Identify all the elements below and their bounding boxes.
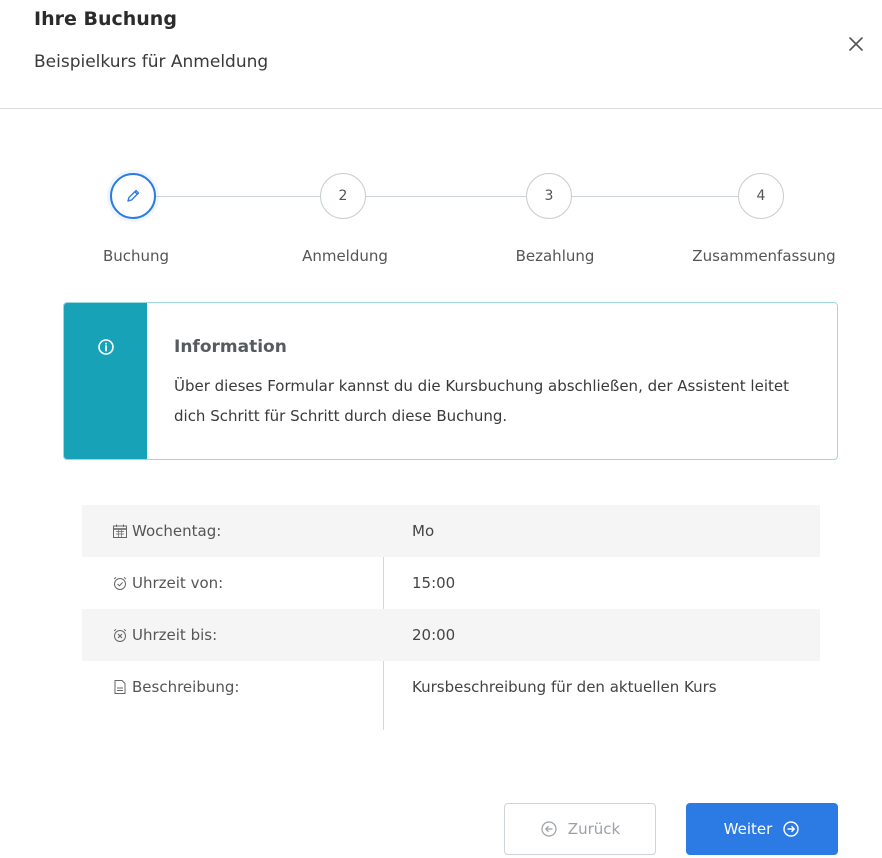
back-button-label: Zurück — [567, 820, 621, 838]
info-title: Information — [174, 337, 287, 357]
detail-value: Mo — [412, 522, 435, 540]
info-alert: Information Über dieses Formular kannst … — [63, 302, 838, 460]
pencil-icon — [127, 189, 140, 202]
close-button[interactable] — [842, 30, 870, 58]
next-button-label: Weiter — [723, 820, 773, 838]
arrow-right-circle-icon — [783, 821, 800, 837]
dialog-title: Ihre Buchung — [34, 8, 177, 30]
dialog-header: Ihre Buchung Beispielkurs für Anmeldung — [0, 0, 882, 109]
clock-x-icon — [113, 628, 127, 642]
step-connector — [156, 196, 320, 197]
detail-label: Uhrzeit von: — [132, 574, 224, 592]
table-row: Uhrzeit bis: 20:00 — [82, 609, 820, 661]
step-connector — [572, 196, 738, 197]
table-row: Wochentag: Mo — [82, 505, 820, 557]
detail-label: Wochentag: — [132, 522, 222, 540]
next-button[interactable]: Weiter — [686, 803, 838, 855]
step-4-label: Zusammenfassung — [692, 247, 836, 265]
detail-label: Uhrzeit bis: — [132, 626, 218, 644]
step-1-circle[interactable] — [110, 173, 156, 219]
table-row: Uhrzeit von: 15:00 — [82, 557, 820, 609]
detail-value: 20:00 — [412, 626, 456, 644]
detail-label: Beschreibung: — [132, 678, 240, 696]
table-row: Beschreibung: Kursbeschreibung für den a… — [82, 661, 820, 713]
info-text: Über dieses Formular kannst du die Kursb… — [174, 377, 789, 425]
step-3-circle[interactable]: 3 — [526, 173, 572, 219]
step-2-circle[interactable]: 2 — [320, 173, 366, 219]
dialog-subtitle: Beispielkurs für Anmeldung — [34, 52, 269, 72]
step-3-label: Bezahlung — [515, 247, 595, 265]
step-1-label: Buchung — [102, 247, 170, 265]
step-connector — [366, 196, 526, 197]
detail-value: 15:00 — [412, 574, 456, 592]
clock-check-icon — [113, 576, 127, 590]
booking-dialog: Ihre Buchung Beispielkurs für Anmeldung … — [0, 0, 882, 858]
step-2-label: Anmeldung — [302, 247, 388, 265]
course-details-table: Wochentag: Mo Uhrzeit von: 15:00 Uhrzeit… — [82, 505, 820, 730]
back-button[interactable]: Zurück — [504, 803, 656, 855]
arrow-left-circle-icon — [541, 821, 557, 837]
info-alert-bar — [64, 303, 147, 459]
step-4-circle[interactable]: 4 — [738, 173, 784, 219]
document-icon — [114, 680, 126, 694]
info-circle-icon — [98, 339, 114, 355]
calendar-icon — [113, 524, 127, 538]
close-icon — [849, 37, 863, 51]
detail-value: Kursbeschreibung für den aktuellen Kurs — [412, 678, 717, 696]
